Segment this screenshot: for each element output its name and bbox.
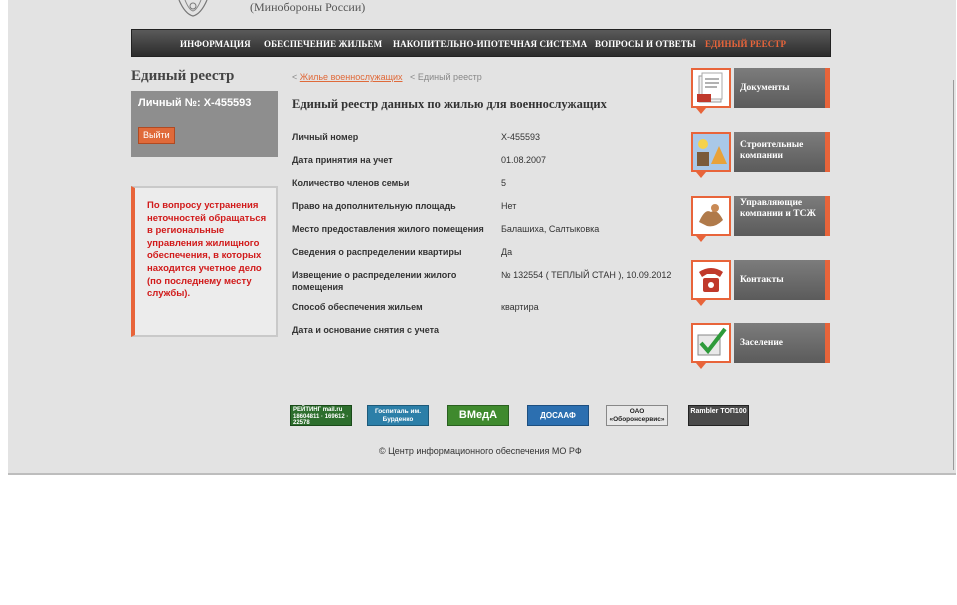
phone-icon bbox=[691, 260, 731, 300]
nav-item-faq[interactable]: ВОПРОСЫ И ОТВЕТЫ bbox=[595, 39, 696, 49]
page-divider bbox=[8, 473, 956, 475]
scroll-edge bbox=[953, 80, 954, 470]
side-link-label: Заселение bbox=[740, 338, 784, 348]
mailru-rating-label: РЕЙТИНГ mail.ru bbox=[293, 407, 343, 413]
row-label-housing-location: Место предоставления жилого помещения bbox=[292, 224, 484, 234]
row-label-personal-number: Личный номер bbox=[292, 132, 359, 142]
row-label-extra-area: Право на дополнительную площадь bbox=[292, 201, 456, 211]
notice-text: По вопросу устранения неточностей обраща… bbox=[147, 200, 267, 300]
dosaaf-banner[interactable]: ДОСААФ bbox=[527, 405, 589, 426]
side-link-label: Документы bbox=[740, 83, 790, 93]
personal-number-label: Личный №: Х-455593 bbox=[138, 97, 252, 109]
handshake-icon bbox=[691, 196, 731, 236]
rambler-top100-banner[interactable]: Rambler ТОП100 bbox=[688, 405, 749, 426]
row-value-housing-location: Балашиха, Салтыковка bbox=[501, 224, 600, 234]
checkmark-icon bbox=[691, 323, 731, 363]
row-label-deregistration: Дата и основание снятия с учета bbox=[292, 325, 439, 335]
ministry-name: (Минобороны России) bbox=[250, 0, 366, 14]
side-link-documents[interactable]: Документы bbox=[690, 67, 831, 116]
row-value-registration-date: 01.08.2007 bbox=[501, 155, 547, 165]
left-section-title: Единый реестр bbox=[131, 68, 235, 84]
side-link-label: Контакты bbox=[740, 275, 784, 285]
breadcrumb-separator: < bbox=[292, 72, 298, 82]
logout-button[interactable]: Выйти bbox=[138, 127, 175, 144]
footer-copyright: © Центр информационного обеспечения МО Р… bbox=[379, 446, 582, 456]
side-link-settlement[interactable]: Заселение bbox=[690, 322, 831, 371]
nav-item-info[interactable]: ИНФОРМАЦИЯ bbox=[180, 39, 251, 49]
vmeda-banner[interactable]: ВМедА bbox=[447, 405, 509, 426]
oboronservis-banner[interactable]: ОАО «Оборонсервис» bbox=[606, 405, 668, 426]
mailru-rating-stats: 18604811 · 169612 · 22578 bbox=[293, 413, 349, 427]
side-link-label: Строительные компании bbox=[740, 140, 804, 161]
breadcrumb-current: Единый реестр bbox=[417, 72, 482, 82]
row-value-provision-method: квартира bbox=[501, 302, 539, 312]
row-value-family-members: 5 bbox=[501, 178, 507, 188]
side-link-management[interactable]: Управляющие компании и ТСЖ bbox=[690, 195, 831, 244]
nav-item-housing[interactable]: ОБЕСПЕЧЕНИЕ ЖИЛЬЕМ bbox=[264, 39, 382, 49]
row-label-apartment-distribution: Сведения о распределении квартиры bbox=[292, 247, 462, 257]
breadcrumb: < Жилье военнослужащих < Единый реестр bbox=[292, 72, 482, 82]
emblem-icon bbox=[178, 0, 208, 17]
row-label-family-members: Количество членов семьи bbox=[292, 178, 410, 188]
construction-icon bbox=[691, 132, 731, 172]
nav-item-registry[interactable]: ЕДИНЫЙ РЕЕСТР bbox=[705, 39, 786, 49]
mailru-rating-banner[interactable]: РЕЙТИНГ mail.ru 18604811 · 169612 · 2257… bbox=[290, 405, 352, 426]
row-label-registration-date: Дата принятия на учет bbox=[292, 155, 393, 165]
burdenko-hospital-banner[interactable]: Госпиталь им. Бурденко bbox=[367, 405, 429, 426]
notice-box: По вопросу устранения неточностей обраща… bbox=[131, 186, 278, 337]
page-title: Единый реестр данных по жилью для военно… bbox=[292, 97, 607, 111]
row-value-apartment-distribution: Да bbox=[501, 247, 513, 257]
breadcrumb-link-housing[interactable]: Жилье военнослужащих bbox=[300, 72, 403, 82]
side-link-label: Управляющие компании и ТСЖ bbox=[740, 198, 816, 219]
row-value-distribution-notice: № 132554 ( ТЕПЛЫЙ СТАН ), 10.09.2012 bbox=[501, 270, 672, 280]
side-link-construction[interactable]: Строительные компании bbox=[690, 131, 831, 180]
user-panel: Личный №: Х-455593 Выйти bbox=[131, 91, 278, 157]
side-link-contacts[interactable]: Контакты bbox=[690, 259, 831, 308]
row-label-provision-method: Способ обеспечения жильем bbox=[292, 302, 423, 312]
row-label-distribution-notice: Извещение о распределении жилого помещен… bbox=[292, 270, 457, 292]
row-value-extra-area: Нет bbox=[501, 201, 517, 211]
row-value-personal-number: Х-455593 bbox=[501, 132, 541, 142]
main-navigation: ИНФОРМАЦИЯ ОБЕСПЕЧЕНИЕ ЖИЛЬЕМ НАКОПИТЕЛЬ… bbox=[131, 29, 831, 57]
documents-icon bbox=[691, 68, 731, 108]
breadcrumb-separator: < bbox=[410, 72, 416, 82]
nav-item-mortgage[interactable]: НАКОПИТЕЛЬНО-ИПОТЕЧНАЯ СИСТЕМА bbox=[393, 39, 587, 49]
